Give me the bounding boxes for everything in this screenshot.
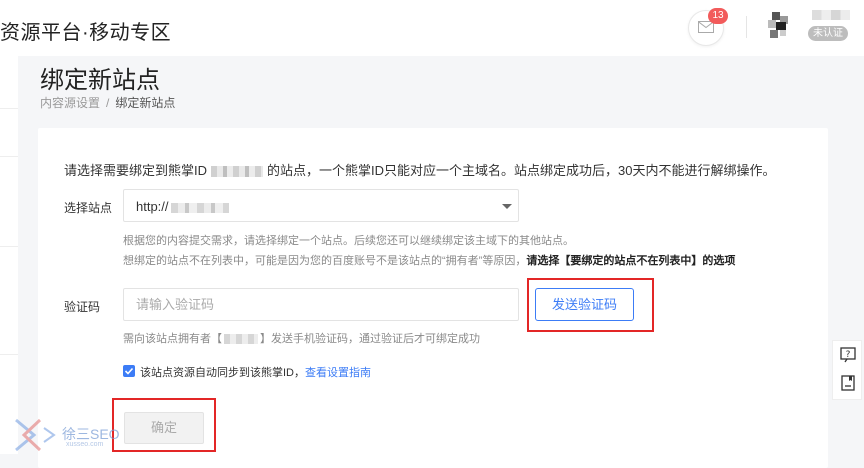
sidebar-divider (0, 246, 18, 247)
sidebar (0, 56, 18, 454)
site-hint-2: 想绑定的站点不在列表中，可能是因为您的百度账号不是该站点的“拥有者”等原因，请选… (123, 255, 736, 267)
sidebar-divider (0, 354, 18, 355)
site-select[interactable]: http:// (123, 189, 519, 222)
avatar[interactable] (766, 12, 794, 40)
breadcrumb-parent[interactable]: 内容源设置 (40, 96, 100, 110)
header-divider (746, 16, 747, 38)
svg-text:?: ? (846, 350, 851, 360)
check-icon (124, 367, 134, 375)
sync-label: 该站点资源自动同步到该熊掌ID，查看设置指南 (140, 367, 371, 379)
intro-text-after: 的站点，一个熊掌ID只能对应一个主域名。站点绑定成功后，30天内不能进行解绑操作… (267, 163, 776, 178)
code-hint: 需向该站点拥有者【 】发送手机验证码，通过验证后才可绑定成功 (123, 333, 480, 345)
notification-badge: 13 (708, 8, 728, 24)
confirm-button[interactable]: 确定 (124, 412, 204, 444)
help-icon[interactable]: ? (840, 347, 856, 363)
sidebar-divider (0, 156, 18, 157)
sidebar-divider (0, 108, 18, 109)
code-input[interactable] (123, 288, 519, 321)
owner-redacted (224, 334, 258, 345)
breadcrumb-current: 绑定新站点 (115, 96, 176, 110)
code-label: 验证码 (64, 300, 101, 314)
site-hint: 根据您的内容提交需求，请选择绑定一个站点。后续您还可以继续绑定该主域下的其他站点… (123, 235, 574, 247)
setup-guide-link[interactable]: 查看设置指南 (305, 367, 371, 379)
site-label: 选择站点 (64, 201, 113, 215)
site-select-value: http:// (136, 199, 229, 214)
feedback-icon[interactable] (840, 375, 856, 391)
watermark-logo-icon (15, 418, 56, 452)
watermark-subtext: xusseo.com (66, 441, 104, 448)
sync-checkbox[interactable] (123, 365, 135, 377)
site-hint-emphasis: 请选择【要绑定的站点不在列表中】的选项 (526, 255, 736, 267)
send-code-button[interactable]: 发送验证码 (535, 288, 634, 321)
top-bar: 资源平台·移动专区 13 未认证 (0, 0, 864, 56)
verify-status-tag: 未认证 (808, 26, 848, 41)
breadcrumb: 内容源设置 / 绑定新站点 (40, 94, 175, 111)
breadcrumb-separator: / (106, 96, 110, 110)
xiongzhang-id-redacted (211, 166, 264, 178)
intro-text: 请选择需要绑定到熊掌ID 的站点，一个熊掌ID只能对应一个主域名。站点绑定成功后，… (64, 160, 775, 179)
user-name-redacted (812, 10, 850, 20)
floating-toolbar: ? (832, 340, 862, 400)
brand-title: 资源平台·移动专区 (0, 22, 172, 44)
intro-text-before: 请选择需要绑定到熊掌ID (64, 163, 208, 178)
page-title: 绑定新站点 (40, 67, 160, 94)
chevron-down-icon (502, 204, 512, 209)
